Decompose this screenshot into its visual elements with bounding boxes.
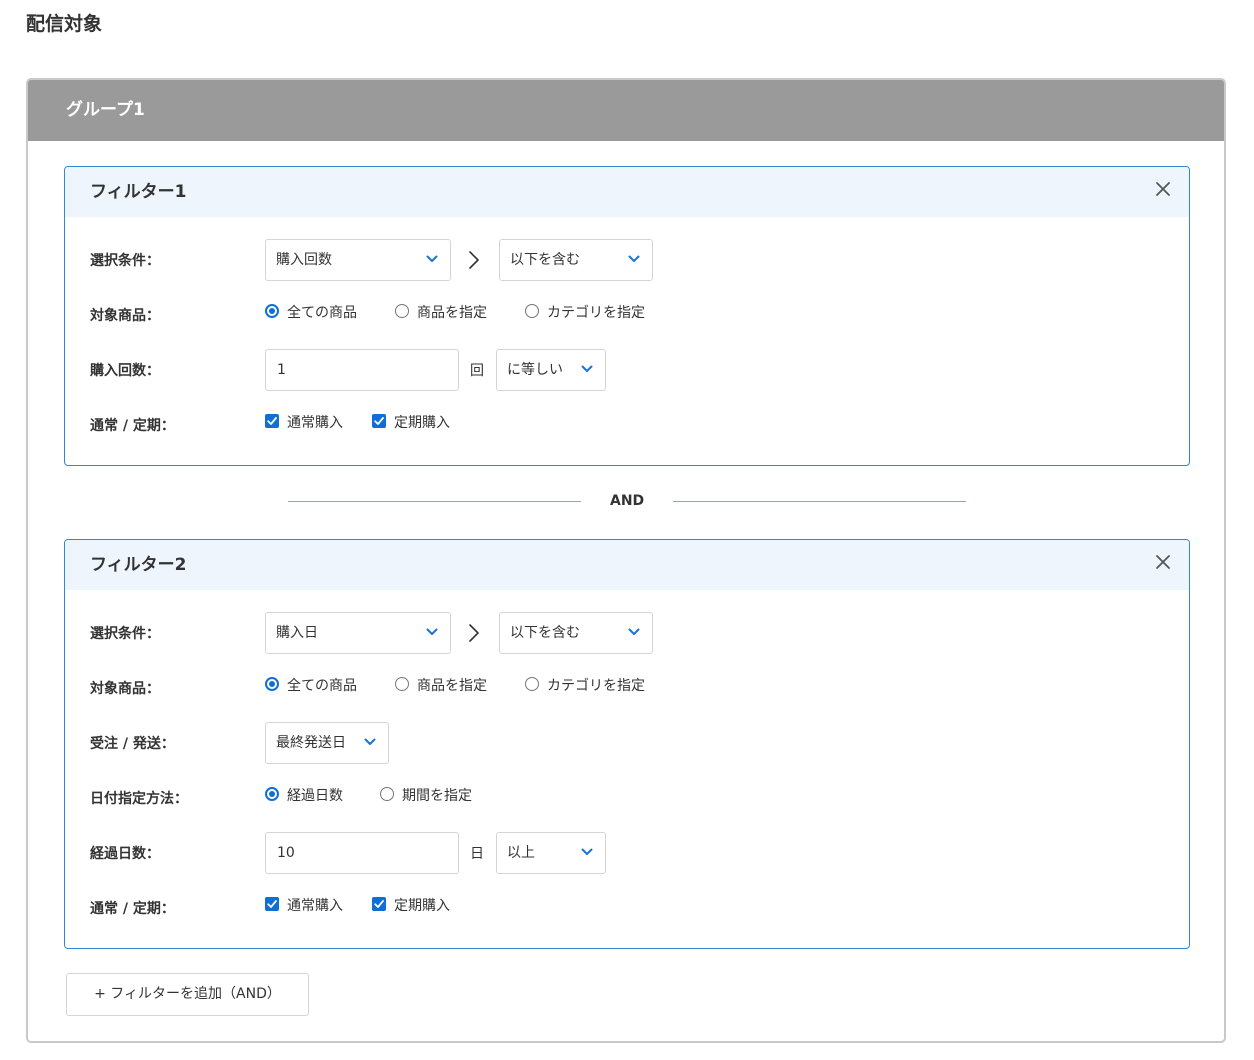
checkbox-regular[interactable]: 通常購入 <box>265 411 343 431</box>
radio-all-products[interactable]: 全ての商品 <box>265 301 357 321</box>
count-label: 購入回数： <box>90 363 160 379</box>
condition-select[interactable]: 購入日 <box>265 612 451 654</box>
condition-op-select[interactable]: 以下を含む <box>499 239 653 281</box>
group-title: グループ1 <box>28 80 1224 141</box>
radio-dot <box>380 787 394 801</box>
elapsed-op-value: 以上 <box>507 845 535 861</box>
radio-specify-period[interactable]: 期間を指定 <box>380 784 472 804</box>
radio-label: 商品を指定 <box>417 678 487 694</box>
page-title: 配信対象 <box>26 13 103 35</box>
add-filter-button[interactable]: + フィルターを追加（AND） <box>66 973 309 1016</box>
separator-line <box>673 501 966 502</box>
checkmark-icon <box>265 897 279 911</box>
order-select[interactable]: 最終発送日 <box>265 722 389 764</box>
checkmark-icon <box>265 414 279 428</box>
filter-header-1: フィルター1 <box>65 167 1189 217</box>
radio-label: 経過日数 <box>287 788 343 804</box>
separator-line <box>288 501 581 502</box>
checkbox-regular[interactable]: 通常購入 <box>265 894 343 914</box>
chevron-down-icon <box>581 365 593 373</box>
elapsed-unit: 日 <box>470 846 484 862</box>
condition-row: 選択条件： 購入回数 以下を含む <box>65 239 1189 281</box>
radio-elapsed-days[interactable]: 経過日数 <box>265 784 343 804</box>
filter-card-2: フィルター2 選択条件： 購入日 以下を含む 対象商品： 全ての商品 商品を指定… <box>64 539 1190 949</box>
order-label: 受注 / 発送： <box>90 736 175 752</box>
chevron-down-icon <box>364 738 376 746</box>
checkbox-label: 定期購入 <box>394 415 450 431</box>
radio-label: カテゴリを指定 <box>547 678 645 694</box>
checkbox-label: 通常購入 <box>287 898 343 914</box>
chevron-down-icon <box>628 628 640 636</box>
filter-title-2: フィルター2 <box>90 555 187 575</box>
radio-specify-category[interactable]: カテゴリを指定 <box>525 674 645 694</box>
radio-specify-product[interactable]: 商品を指定 <box>395 301 487 321</box>
radio-label: カテゴリを指定 <box>547 305 645 321</box>
elapsed-input[interactable]: 10 <box>265 832 459 874</box>
elapsed-label: 経過日数： <box>90 846 160 862</box>
radio-dot <box>525 304 539 318</box>
chevron-down-icon <box>628 255 640 263</box>
order-row: 受注 / 発送： 最終発送日 <box>65 722 1189 764</box>
count-input[interactable]: 1 <box>265 349 459 391</box>
radio-dot <box>265 787 279 801</box>
radio-label: 全ての商品 <box>287 678 357 694</box>
order-select-value: 最終発送日 <box>276 735 346 751</box>
group-panel: グループ1 フィルター1 選択条件： 購入回数 以下を含む 対象商品： 全ての商… <box>26 78 1226 1043</box>
radio-dot <box>395 304 409 318</box>
type-row: 通常 / 定期： 通常購入 定期購入 <box>65 404 1189 444</box>
and-separator: AND <box>28 491 1224 511</box>
date-method-label: 日付指定方法： <box>90 791 188 807</box>
chevron-down-icon <box>581 848 593 856</box>
count-row: 購入回数： 1 回 に等しい <box>65 349 1189 391</box>
elapsed-row: 経過日数： 10 日 以上 <box>65 832 1189 874</box>
checkbox-label: 通常購入 <box>287 415 343 431</box>
radio-label: 全ての商品 <box>287 305 357 321</box>
radio-label: 期間を指定 <box>402 788 472 804</box>
target-row: 対象商品： 全ての商品 商品を指定 カテゴリを指定 <box>65 667 1189 707</box>
checkbox-subscription[interactable]: 定期購入 <box>372 894 450 914</box>
type-label: 通常 / 定期： <box>90 418 175 434</box>
condition-op-select[interactable]: 以下を含む <box>499 612 653 654</box>
condition-select[interactable]: 購入回数 <box>265 239 451 281</box>
target-row: 対象商品： 全ての商品 商品を指定 カテゴリを指定 <box>65 294 1189 334</box>
radio-specify-category[interactable]: カテゴリを指定 <box>525 301 645 321</box>
condition-select-value: 購入回数 <box>276 252 332 268</box>
condition-row: 選択条件： 購入日 以下を含む <box>65 612 1189 654</box>
count-op-select[interactable]: に等しい <box>496 349 606 391</box>
condition-label: 選択条件： <box>90 626 160 642</box>
radio-label: 商品を指定 <box>417 305 487 321</box>
filter-header-2: フィルター2 <box>65 540 1189 590</box>
radio-dot <box>265 304 279 318</box>
condition-select-value: 購入日 <box>276 625 318 641</box>
radio-specify-product[interactable]: 商品を指定 <box>395 674 487 694</box>
filter-title-1: フィルター1 <box>90 182 187 202</box>
condition-label: 選択条件： <box>90 253 160 269</box>
checkbox-subscription[interactable]: 定期購入 <box>372 411 450 431</box>
target-label: 対象商品： <box>90 681 160 697</box>
checkbox-label: 定期購入 <box>394 898 450 914</box>
date-method-row: 日付指定方法： 経過日数 期間を指定 <box>65 777 1189 817</box>
count-op-value: に等しい <box>507 362 563 378</box>
type-label: 通常 / 定期： <box>90 901 175 917</box>
chevron-down-icon <box>426 628 438 636</box>
and-label: AND <box>610 493 645 509</box>
close-icon[interactable] <box>1155 554 1171 570</box>
radio-dot <box>525 677 539 691</box>
radio-all-products[interactable]: 全ての商品 <box>265 674 357 694</box>
chevron-right-icon <box>468 623 480 643</box>
checkmark-icon <box>372 414 386 428</box>
chevron-right-icon <box>468 250 480 270</box>
elapsed-op-select[interactable]: 以上 <box>496 832 606 874</box>
radio-dot <box>395 677 409 691</box>
target-label: 対象商品： <box>90 308 160 324</box>
type-row: 通常 / 定期： 通常購入 定期購入 <box>65 887 1189 927</box>
close-icon[interactable] <box>1155 181 1171 197</box>
filter-card-1: フィルター1 選択条件： 購入回数 以下を含む 対象商品： 全ての商品 商品を指… <box>64 166 1190 466</box>
chevron-down-icon <box>426 255 438 263</box>
condition-op-value: 以下を含む <box>510 625 580 641</box>
radio-dot <box>265 677 279 691</box>
count-unit: 回 <box>470 363 484 379</box>
condition-op-value: 以下を含む <box>510 252 580 268</box>
checkmark-icon <box>372 897 386 911</box>
